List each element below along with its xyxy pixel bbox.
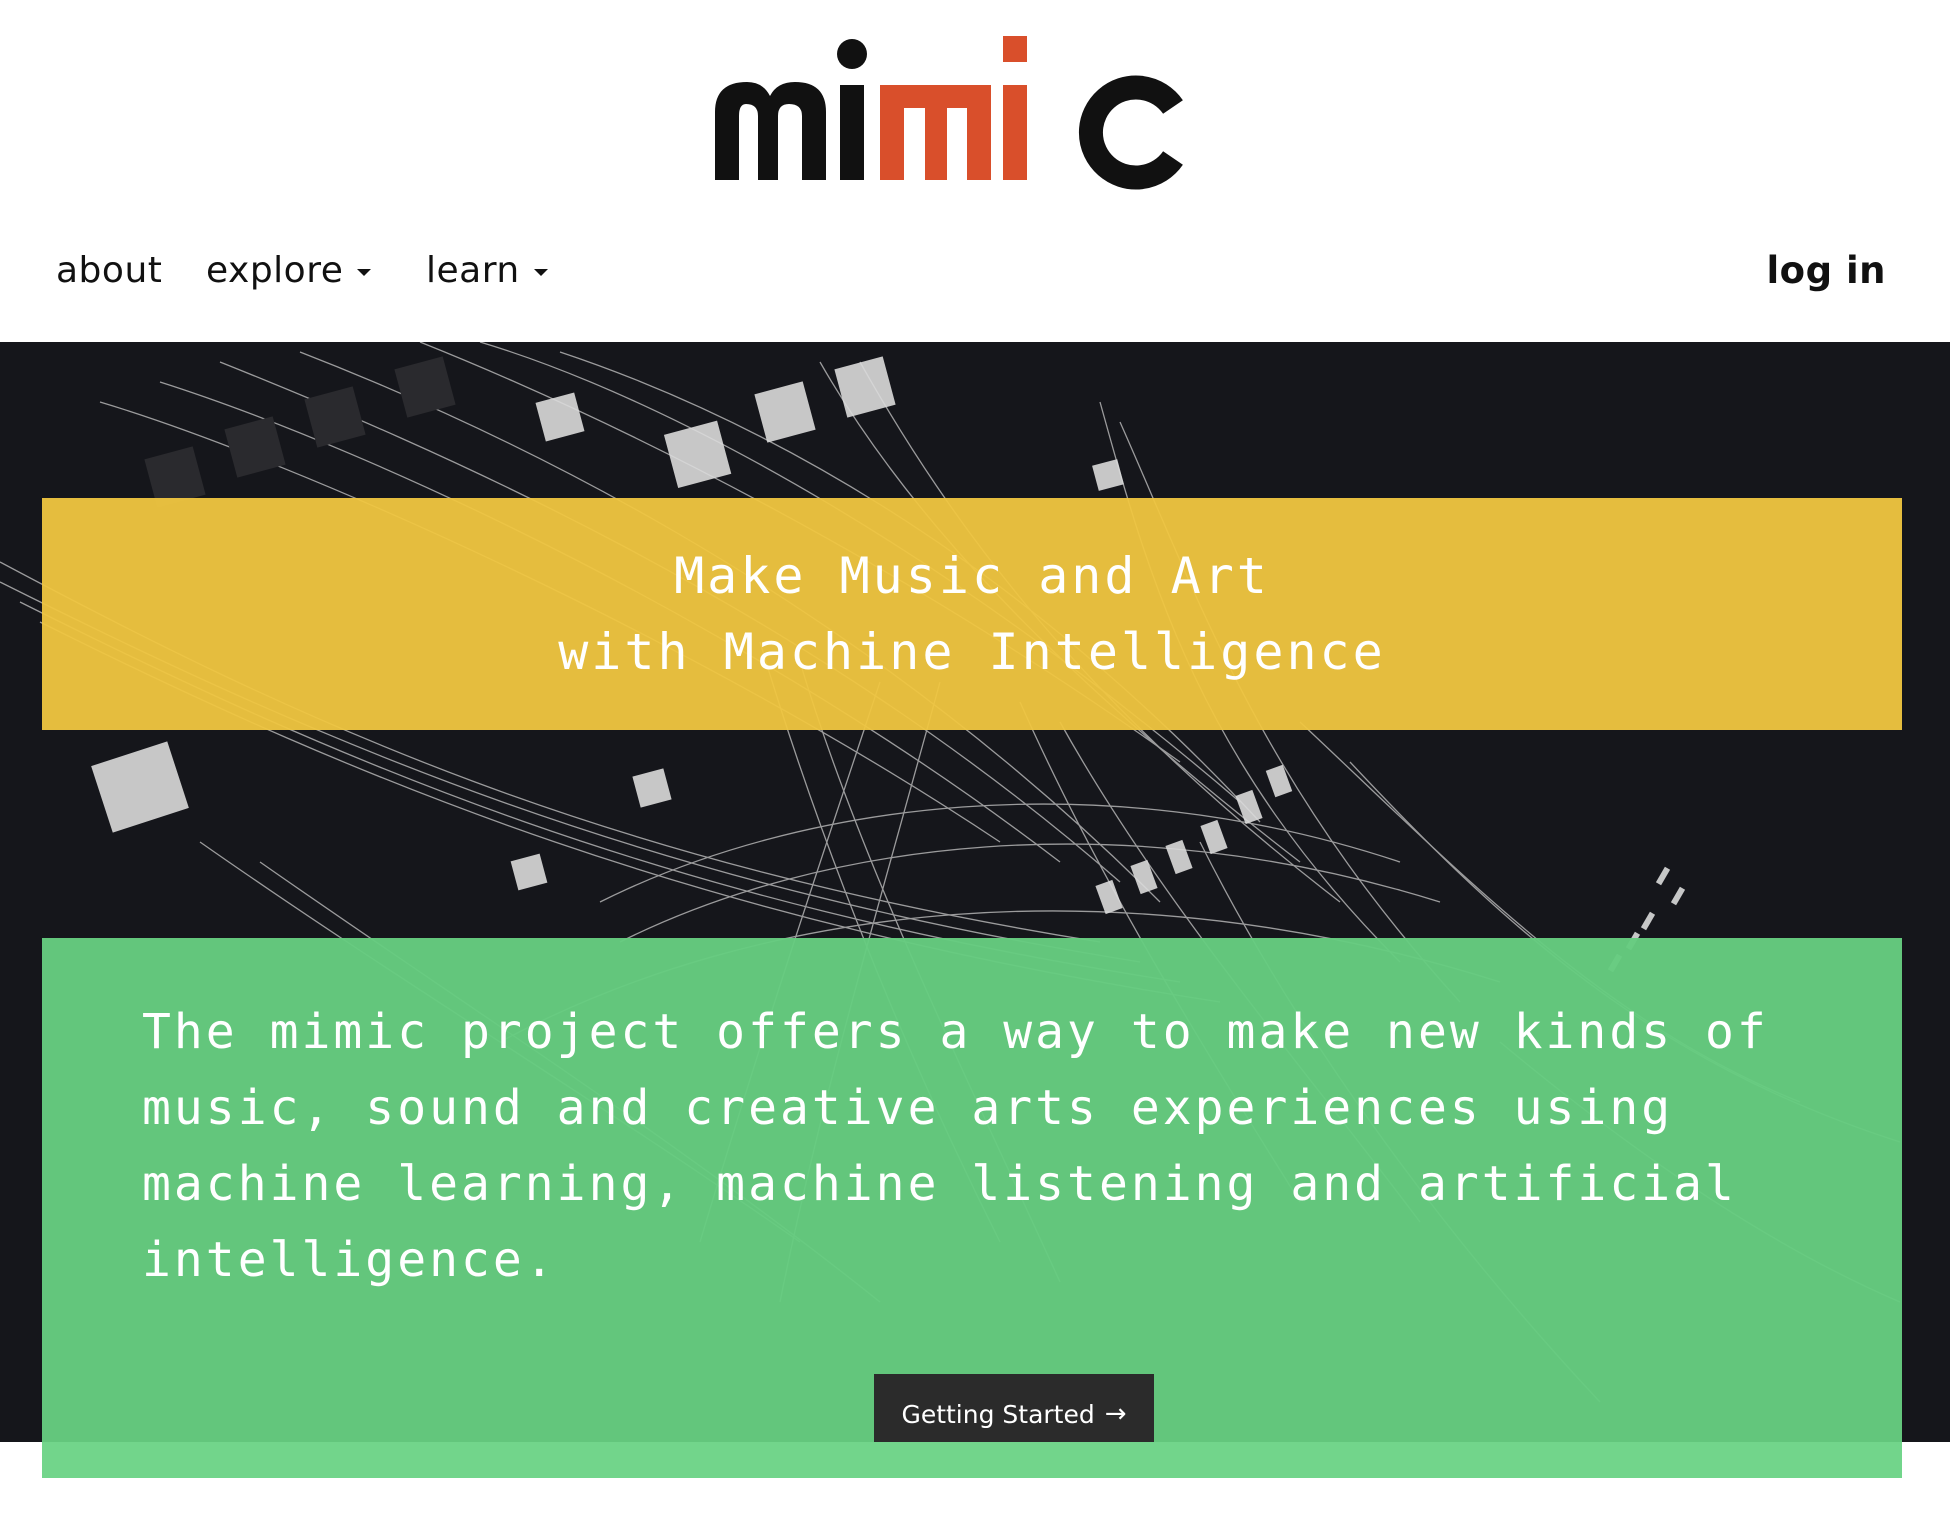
- headline-line-2: with Machine Intelligence: [558, 623, 1386, 681]
- intro-panel: The mimic project offers a way to make n…: [42, 938, 1902, 1442]
- nav-explore-label: explore: [206, 249, 344, 291]
- nav-about-link[interactable]: about: [56, 230, 162, 310]
- nav-learn-dropdown[interactable]: learn: [426, 230, 548, 310]
- nav-learn-label: learn: [426, 249, 520, 291]
- mimic-logo-graphic: [715, 36, 1183, 190]
- getting-started-button[interactable]: Getting Started →: [874, 1374, 1154, 1442]
- login-label: log in: [1766, 248, 1886, 292]
- headline-line-1: Make Music and Art: [674, 547, 1270, 605]
- nav-explore-dropdown[interactable]: explore: [206, 230, 372, 310]
- nav-about-label: about: [56, 249, 163, 291]
- page: mimic about explore learn log in: [0, 0, 1950, 1514]
- login-link[interactable]: log in: [1767, 230, 1887, 310]
- getting-started-label: Getting Started: [901, 1399, 1095, 1429]
- caret-down-icon: [357, 268, 372, 276]
- hero-section: Make Music and Art with Machine Intellig…: [0, 342, 1950, 1442]
- arrow-right-icon: →: [1104, 1399, 1127, 1429]
- main-nav: about explore learn log in: [0, 230, 1950, 310]
- mimic-logo[interactable]: mimic: [700, 24, 1250, 194]
- intro-panel-footer: [42, 1442, 1902, 1478]
- headline-panel: Make Music and Art with Machine Intellig…: [42, 498, 1902, 730]
- caret-down-icon: [533, 268, 548, 276]
- intro-text: The mimic project offers a way to make n…: [142, 1004, 1769, 1288]
